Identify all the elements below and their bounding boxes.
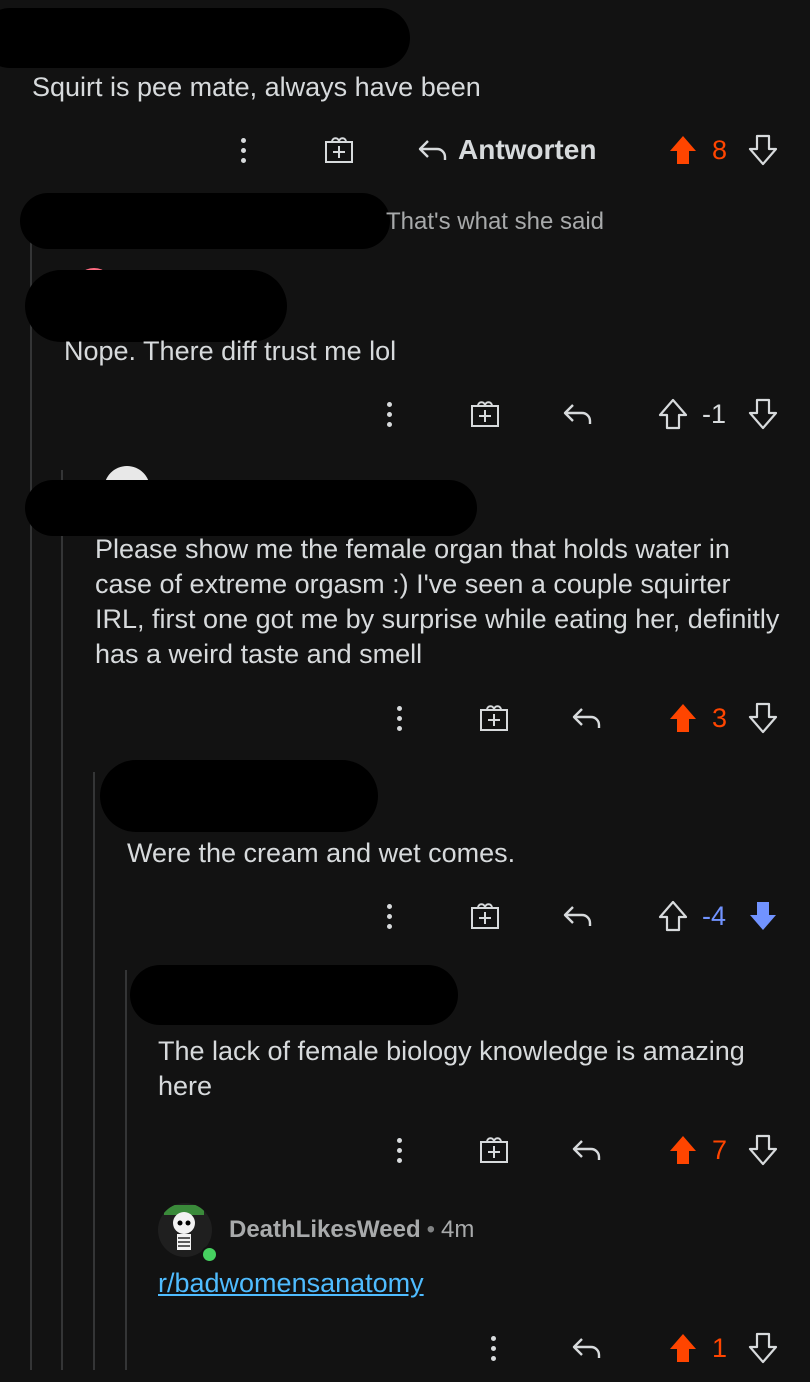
downvote-arrow-icon <box>748 1332 778 1364</box>
redacted-user-header <box>25 480 477 536</box>
award-gift-icon <box>480 705 508 731</box>
upvote-arrow-icon <box>670 1334 696 1362</box>
vote-score: -1 <box>702 398 727 429</box>
reply-button[interactable] <box>570 1328 604 1368</box>
vote-score: 7 <box>712 1134 728 1165</box>
award-gift-icon <box>325 137 353 163</box>
upvote-arrow-icon <box>670 1136 696 1164</box>
online-status-dot <box>201 1246 218 1263</box>
more-options-button[interactable] <box>394 1130 404 1170</box>
downvote-arrow-icon <box>748 134 778 166</box>
more-vertical-icon <box>386 401 392 407</box>
reply-arrow-icon <box>572 708 601 728</box>
reply-button[interactable] <box>561 394 595 434</box>
comment-actions: 7 <box>0 1130 810 1170</box>
meta-separator: • <box>426 1216 436 1243</box>
award-gift-icon <box>471 401 499 427</box>
subreddit-link[interactable]: r/badwomensanatomy <box>158 1268 424 1299</box>
more-vertical-icon <box>396 1137 402 1143</box>
comment-actions: Antworten 8 <box>0 130 810 170</box>
award-button[interactable] <box>468 896 502 936</box>
more-vertical-icon <box>240 137 246 143</box>
comment-body: Please show me the female organ that hol… <box>95 534 780 669</box>
redacted-user-header <box>20 193 390 249</box>
reply-button[interactable] <box>570 698 604 738</box>
award-gift-icon <box>471 903 499 929</box>
redacted-user-header <box>0 8 410 68</box>
upvote-button[interactable] <box>666 1328 700 1368</box>
redacted-user-header <box>100 760 378 832</box>
downvote-arrow-icon <box>750 902 776 930</box>
award-button[interactable] <box>468 394 502 434</box>
award-gift-icon <box>480 1137 508 1163</box>
thread-line-1 <box>30 205 32 1370</box>
more-vertical-icon <box>386 903 392 909</box>
reply-label: Antworten <box>458 134 597 165</box>
upvote-arrow-icon <box>670 704 696 732</box>
upvote-button[interactable] <box>666 130 700 170</box>
award-button[interactable] <box>322 130 356 170</box>
upvote-button[interactable] <box>656 896 690 936</box>
vote-score: 1 <box>712 1332 728 1363</box>
comment-actions: 1 <box>0 1328 810 1368</box>
reply-arrow-icon <box>563 906 592 926</box>
comment-actions: -1 <box>0 394 810 434</box>
downvote-button[interactable] <box>746 394 780 434</box>
upvote-arrow-icon <box>670 136 696 164</box>
comment-actions: 3 <box>0 698 810 738</box>
vote-score: 8 <box>712 134 728 165</box>
upvote-button[interactable] <box>656 394 690 434</box>
reply-arrow-icon <box>572 1338 601 1358</box>
downvote-button[interactable] <box>746 1328 780 1368</box>
reply-arrow-icon <box>572 1140 601 1160</box>
more-vertical-icon <box>396 705 402 711</box>
reply-arrow-icon <box>418 140 447 160</box>
redacted-user-header <box>25 270 287 342</box>
vote-score: 3 <box>712 702 728 733</box>
downvote-button[interactable] <box>746 1130 780 1170</box>
comment-actions: -4 <box>0 896 810 936</box>
thread-line-4 <box>125 970 127 1370</box>
more-options-button[interactable] <box>488 1328 498 1368</box>
comment-meta: DeathLikesWeed • 4m <box>229 1216 474 1244</box>
downvote-button[interactable] <box>746 130 780 170</box>
thread-line-3 <box>93 772 95 1370</box>
reply-button[interactable]: Antworten <box>416 130 596 170</box>
downvote-button[interactable] <box>746 698 780 738</box>
collapsed-comment-text: That's what she said <box>386 208 605 235</box>
more-options-button[interactable] <box>394 698 404 738</box>
downvote-arrow-icon <box>748 1134 778 1166</box>
reply-button[interactable] <box>570 1130 604 1170</box>
more-options-button[interactable] <box>238 130 248 170</box>
more-options-button[interactable] <box>384 896 394 936</box>
downvote-button[interactable] <box>746 896 780 936</box>
comment-body: Were the cream and wet comes. <box>127 838 516 868</box>
more-vertical-icon <box>490 1335 496 1341</box>
upvote-arrow-icon <box>658 398 688 430</box>
upvote-button[interactable] <box>666 698 700 738</box>
comment-body: The lack of female biology knowledge is … <box>158 1036 745 1101</box>
comment-body: Squirt is pee mate, always have been <box>32 72 481 102</box>
vote-score: -4 <box>702 900 727 931</box>
upvote-button[interactable] <box>666 1130 700 1170</box>
comment-body: Nope. There diff trust me lol <box>64 336 397 366</box>
downvote-arrow-icon <box>748 702 778 734</box>
reply-button[interactable] <box>561 896 595 936</box>
comment-time: 4m <box>441 1216 475 1243</box>
award-button[interactable] <box>477 1130 511 1170</box>
reply-arrow-icon <box>563 404 592 424</box>
username[interactable]: DeathLikesWeed <box>229 1216 421 1244</box>
redacted-user-header <box>130 965 458 1025</box>
award-button[interactable] <box>477 698 511 738</box>
downvote-arrow-icon <box>748 398 778 430</box>
more-options-button[interactable] <box>384 394 394 434</box>
upvote-arrow-icon <box>658 900 688 932</box>
